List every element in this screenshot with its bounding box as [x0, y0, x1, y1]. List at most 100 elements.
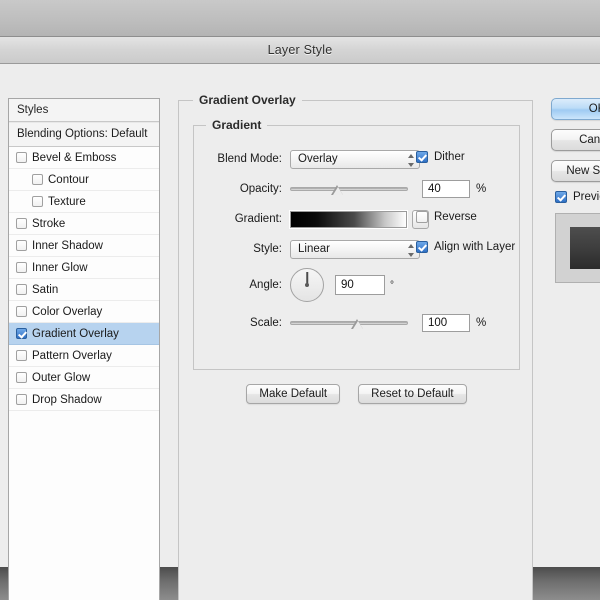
gradient-overlay-group: Gradient Overlay Gradient Blend Mode: Ov… [178, 93, 533, 600]
blend-mode-label: Blend Mode: [217, 153, 282, 165]
scale-unit: % [476, 317, 487, 329]
opacity-row: Opacity: 40 % [194, 178, 521, 200]
angle-row: Angle: 90 ° [194, 266, 521, 304]
blending-options-row[interactable]: Blending Options: Default [9, 122, 159, 147]
styles-panel: Styles Blending Options: Default Bevel &… [8, 98, 160, 600]
preview-thumbnail [555, 213, 600, 283]
style-list-item[interactable]: Color Overlay [9, 301, 159, 323]
style-list-item[interactable]: Stroke [9, 213, 159, 235]
style-enable-checkbox[interactable] [16, 350, 27, 361]
style-list-item-label: Bevel & Emboss [32, 151, 117, 164]
gradient-overlay-group-title: Gradient Overlay [193, 93, 302, 107]
ok-button[interactable]: OK [551, 98, 600, 120]
new-style-button[interactable]: New Style... [551, 160, 600, 182]
scale-input[interactable]: 100 [422, 314, 470, 332]
updown-arrows-icon [407, 153, 414, 167]
blend-mode-row: Blend Mode: Overlay [194, 148, 521, 170]
reverse-checkbox[interactable] [416, 211, 428, 223]
style-enable-checkbox[interactable] [16, 372, 27, 383]
opacity-unit: % [476, 183, 487, 195]
blend-mode-value: Overlay [298, 153, 338, 165]
style-list-item-label: Texture [48, 195, 86, 208]
style-list-item-label: Satin [32, 283, 59, 296]
preview-checkbox-row[interactable]: Preview [555, 191, 600, 203]
angle-unit: ° [390, 279, 394, 291]
style-list-item[interactable]: Satin [9, 279, 159, 301]
style-list-item[interactable]: Inner Shadow [9, 235, 159, 257]
opacity-slider[interactable] [290, 181, 408, 197]
blend-mode-select[interactable]: Overlay [290, 149, 420, 169]
style-enable-checkbox[interactable] [16, 306, 27, 317]
style-list-item[interactable]: Gradient Overlay [9, 323, 159, 345]
scale-slider[interactable] [290, 315, 408, 331]
angle-dial-hub [305, 283, 309, 287]
style-enable-checkbox[interactable] [16, 218, 27, 229]
defaults-button-bar: Make Default Reset to Default [193, 384, 520, 404]
opacity-slider-track [290, 187, 408, 191]
angle-input[interactable]: 90 [335, 275, 385, 295]
preview-label: Preview [573, 191, 600, 203]
dialog-titlebar[interactable]: Layer Style [0, 37, 600, 64]
style-enable-checkbox[interactable] [16, 152, 27, 163]
style-list-item-label: Color Overlay [32, 305, 103, 318]
style-enable-checkbox[interactable] [16, 284, 27, 295]
style-list-item[interactable]: Pattern Overlay [9, 345, 159, 367]
scale-slider-track [290, 321, 408, 325]
desktop-backdrop-top [0, 0, 600, 36]
style-list-item-label: Inner Shadow [32, 239, 103, 252]
cancel-button[interactable]: Cancel [551, 129, 600, 151]
style-list-item[interactable]: Bevel & Emboss [9, 147, 159, 169]
dither-checkbox[interactable] [416, 151, 428, 163]
scale-label: Scale: [250, 317, 282, 329]
style-label: Style: [253, 243, 282, 255]
style-enable-checkbox[interactable] [16, 394, 27, 405]
dither-label: Dither [434, 151, 465, 163]
gradient-style-select[interactable]: Linear [290, 239, 420, 259]
gradient-subgroup: Gradient Blend Mode: Overlay Opacity: 40… [193, 118, 521, 370]
style-list-item[interactable]: Outer Glow [9, 367, 159, 389]
style-list-item[interactable]: Texture [9, 191, 159, 213]
preview-thumbnail-swatch [570, 227, 600, 269]
style-list-item-label: Stroke [32, 217, 66, 230]
dialog-actions: OK Cancel New Style... Preview [551, 98, 600, 283]
gradient-label: Gradient: [234, 213, 282, 225]
align-with-layer-checkbox[interactable] [416, 241, 428, 253]
screen: Layer Style Styles Blending Options: Def… [0, 0, 600, 600]
scale-row: Scale: 100 % [194, 312, 521, 334]
style-list-item[interactable]: Contour [9, 169, 159, 191]
make-default-button[interactable]: Make Default [246, 384, 341, 404]
layer-style-dialog: Layer Style Styles Blending Options: Def… [0, 36, 600, 600]
reverse-label: Reverse [434, 211, 477, 223]
opacity-label: Opacity: [239, 183, 282, 195]
style-list-item-label: Inner Glow [32, 261, 88, 274]
scale-slider-thumb[interactable] [351, 319, 364, 330]
style-enable-checkbox[interactable] [16, 262, 27, 273]
dither-checkbox-row[interactable]: Dither [416, 151, 465, 163]
style-list-item-label: Pattern Overlay [32, 349, 112, 362]
opacity-slider-thumb[interactable] [331, 185, 344, 196]
style-list-item-label: Contour [48, 173, 89, 186]
updown-arrows-icon [407, 243, 414, 257]
style-list-item-label: Gradient Overlay [32, 327, 119, 340]
opacity-input[interactable]: 40 [422, 180, 470, 198]
style-enable-checkbox[interactable] [32, 174, 43, 185]
reverse-checkbox-row[interactable]: Reverse [416, 211, 477, 223]
style-enable-checkbox[interactable] [16, 240, 27, 251]
style-list-item[interactable]: Drop Shadow [9, 389, 159, 411]
align-with-layer-label: Align with Layer [434, 241, 516, 253]
angle-dial[interactable] [290, 268, 324, 302]
gradient-style-value: Linear [298, 243, 330, 255]
angle-label: Angle: [249, 279, 282, 291]
dialog-body: Styles Blending Options: Default Bevel &… [0, 64, 600, 600]
align-with-layer-checkbox-row[interactable]: Align with Layer [416, 241, 515, 253]
reset-to-default-button[interactable]: Reset to Default [358, 384, 467, 404]
styles-list: Bevel & Emboss Contour Texture Stroke Inner … [9, 147, 159, 411]
styles-header: Styles [9, 99, 159, 122]
style-list-item-label: Outer Glow [32, 371, 91, 384]
preview-checkbox[interactable] [555, 191, 567, 203]
style-enable-checkbox[interactable] [16, 328, 27, 339]
style-list-item-label: Drop Shadow [32, 393, 102, 406]
style-enable-checkbox[interactable] [32, 196, 43, 207]
style-list-item[interactable]: Inner Glow [9, 257, 159, 279]
gradient-swatch[interactable] [290, 210, 407, 228]
